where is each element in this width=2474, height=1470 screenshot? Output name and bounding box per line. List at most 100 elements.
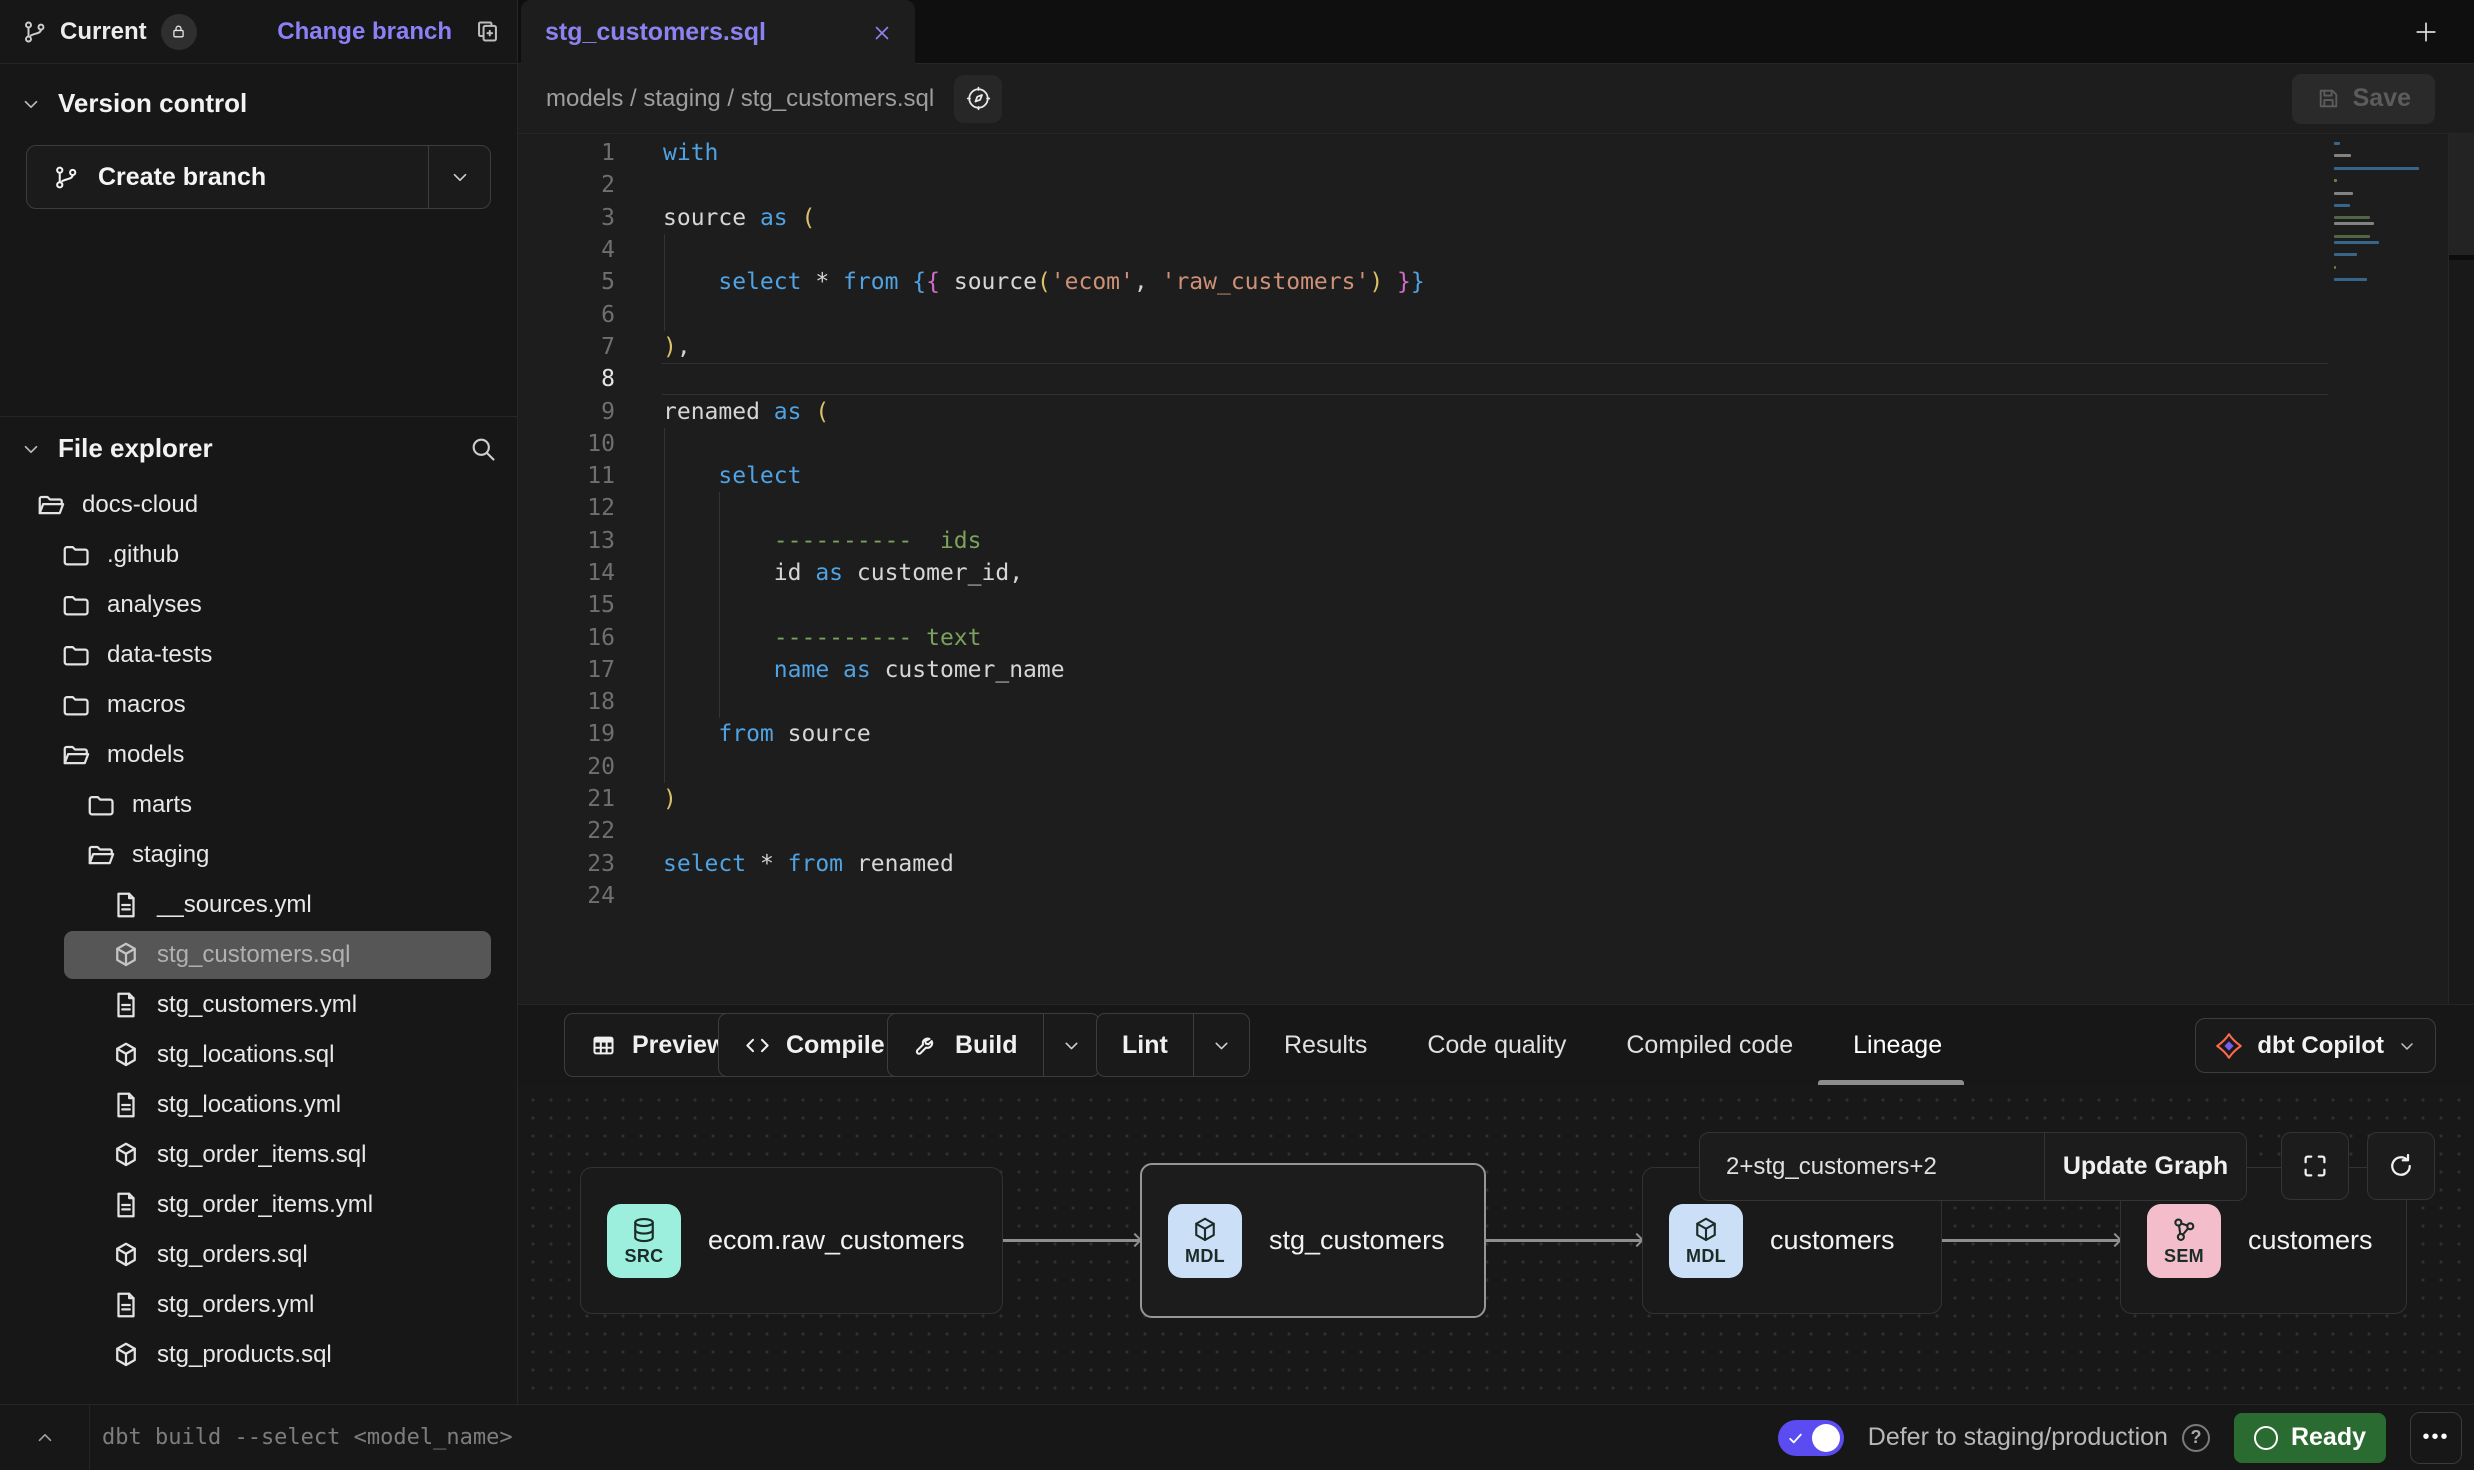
new-tab-button[interactable] xyxy=(2404,10,2448,54)
create-branch-main[interactable]: Create branch xyxy=(27,146,428,208)
copy-icon[interactable] xyxy=(474,18,501,45)
file-item-stg_order_items.yml[interactable]: stg_order_items.yml xyxy=(0,1180,517,1230)
tab-compiled-code[interactable]: Compiled code xyxy=(1620,1031,1799,1060)
code-line-7[interactable]: 7), xyxy=(518,331,2474,363)
database-icon xyxy=(629,1215,659,1245)
file-item-models[interactable]: models xyxy=(0,730,517,780)
folder-open-icon xyxy=(36,490,66,520)
code-line-9[interactable]: 9renamed as ( xyxy=(518,395,2474,427)
code-line-20[interactable]: 20 xyxy=(518,751,2474,783)
code-line-2[interactable]: 2 xyxy=(518,169,2474,201)
lint-button[interactable]: Lint xyxy=(1096,1013,1250,1077)
command-input[interactable]: dbt build --select <model_name> xyxy=(102,1425,513,1450)
file-item-stg_products.sql[interactable]: stg_products.sql xyxy=(0,1330,517,1380)
file-item-stg_orders.yml[interactable]: stg_orders.yml xyxy=(0,1280,517,1330)
file-item-stg_locations.yml[interactable]: stg_locations.yml xyxy=(0,1080,517,1130)
build-dropdown[interactable] xyxy=(1043,1014,1099,1076)
code-line-18[interactable]: 18 xyxy=(518,686,2474,718)
file-item-staging[interactable]: staging xyxy=(0,830,517,880)
code-line-4[interactable]: 4 xyxy=(518,234,2474,266)
code-line-24[interactable]: 24 xyxy=(518,880,2474,912)
compass-button[interactable] xyxy=(954,75,1002,123)
create-branch-dropdown[interactable] xyxy=(428,146,490,208)
update-graph-button[interactable]: Update Graph xyxy=(2044,1133,2246,1200)
code-line-10[interactable]: 10 xyxy=(518,428,2474,460)
editor-scrollbar[interactable] xyxy=(2448,134,2474,1004)
code-line-19[interactable]: 19 from source xyxy=(518,718,2474,750)
save-label: Save xyxy=(2353,84,2411,113)
file-item-label: __sources.yml xyxy=(157,891,312,919)
compile-button[interactable]: Compile xyxy=(718,1013,911,1077)
source-badge: SRC xyxy=(607,1204,681,1278)
file-explorer-header[interactable]: File explorer xyxy=(0,433,517,464)
preview-label: Preview xyxy=(632,1031,727,1060)
code-line-6[interactable]: 6 xyxy=(518,298,2474,330)
save-button[interactable]: Save xyxy=(2292,74,2435,124)
line-number: 16 xyxy=(518,625,615,651)
cube-icon xyxy=(111,1240,141,1270)
code-line-3[interactable]: 3source as ( xyxy=(518,202,2474,234)
file-item-stg_customers.yml[interactable]: stg_customers.yml xyxy=(0,980,517,1030)
code-editor[interactable]: 1with23source as (45 select * from {{ so… xyxy=(518,134,2474,1004)
code-line-22[interactable]: 22 xyxy=(518,815,2474,847)
file-explorer-title: File explorer xyxy=(58,433,213,464)
code-line-12[interactable]: 12 xyxy=(518,492,2474,524)
expand-command-bar-button[interactable] xyxy=(0,1405,90,1470)
file-item-analyses[interactable]: analyses xyxy=(0,580,517,630)
file-item-stg_orders.sql[interactable]: stg_orders.sql xyxy=(0,1230,517,1280)
code-line-1[interactable]: 1with xyxy=(518,137,2474,169)
dbt-logo-icon xyxy=(2214,1031,2244,1061)
more-options-button[interactable]: ••• xyxy=(2410,1412,2462,1464)
code-line-5[interactable]: 5 select * from {{ source('ecom', 'raw_c… xyxy=(518,266,2474,298)
code-line-15[interactable]: 15 xyxy=(518,589,2474,621)
code-line-21[interactable]: 21) xyxy=(518,783,2474,815)
file-item-label: stg_order_items.yml xyxy=(157,1191,373,1219)
lint-dropdown[interactable] xyxy=(1193,1014,1249,1076)
lineage-node-stg-customers[interactable]: MDL stg_customers xyxy=(1140,1163,1486,1318)
fullscreen-button[interactable] xyxy=(2281,1132,2349,1200)
code-line-13[interactable]: 13 ---------- ids xyxy=(518,525,2474,557)
ready-status-button[interactable]: Ready xyxy=(2234,1413,2386,1463)
file-item-docs-cloud[interactable]: docs-cloud xyxy=(0,480,517,530)
code-line-14[interactable]: 14 id as customer_id, xyxy=(518,557,2474,589)
tab-code-quality[interactable]: Code quality xyxy=(1421,1031,1572,1060)
git-branch-icon xyxy=(53,164,80,191)
lineage-canvas[interactable]: SRC ecom.raw_customers MDL stg_customers… xyxy=(518,1085,2474,1404)
code-line-23[interactable]: 23select * from renamed xyxy=(518,848,2474,880)
create-branch-button[interactable]: Create branch xyxy=(26,145,491,209)
lineage-node-source[interactable]: SRC ecom.raw_customers xyxy=(580,1167,1003,1314)
file-item-stg_customers.sql[interactable]: stg_customers.sql xyxy=(0,930,517,980)
file-item-marts[interactable]: marts xyxy=(0,780,517,830)
code-line-17[interactable]: 17 name as customer_name xyxy=(518,654,2474,686)
build-button[interactable]: Build xyxy=(887,1013,1100,1077)
search-icon[interactable] xyxy=(469,435,497,463)
code-line-8[interactable]: 8 xyxy=(518,363,2474,395)
file-item-data-tests[interactable]: data-tests xyxy=(0,630,517,680)
refresh-button[interactable] xyxy=(2367,1132,2435,1200)
lineage-selector-input[interactable]: 2+stg_customers+2 xyxy=(1700,1133,2044,1200)
change-branch-link[interactable]: Change branch xyxy=(277,18,452,46)
version-control-header[interactable]: Version control xyxy=(0,88,517,119)
lineage-edge xyxy=(1942,1239,2120,1242)
file-item-.github[interactable]: .github xyxy=(0,530,517,580)
minimap[interactable] xyxy=(2334,142,2446,291)
git-branch-icon xyxy=(22,19,48,45)
close-icon[interactable] xyxy=(871,22,893,44)
file-item-stg_locations.sql[interactable]: stg_locations.sql xyxy=(0,1030,517,1080)
cube-icon xyxy=(111,1040,141,1070)
tab-stg-customers-sql[interactable]: stg_customers.sql xyxy=(521,0,915,65)
line-number: 23 xyxy=(518,851,615,877)
scrollbar-thumb[interactable] xyxy=(2449,134,2474,260)
code-line-16[interactable]: 16 ---------- text xyxy=(518,621,2474,653)
code-line-11[interactable]: 11 select xyxy=(518,460,2474,492)
tab-results[interactable]: Results xyxy=(1278,1031,1373,1060)
code-text: select * from {{ source('ecom', 'raw_cus… xyxy=(663,269,1425,295)
tab-lineage[interactable]: Lineage xyxy=(1847,1031,1948,1060)
file-item-macros[interactable]: macros xyxy=(0,680,517,730)
code-text: with xyxy=(663,140,718,166)
help-icon[interactable]: ? xyxy=(2182,1424,2210,1452)
file-item-__sources.yml[interactable]: __sources.yml xyxy=(0,880,517,930)
defer-toggle[interactable] xyxy=(1778,1420,1844,1456)
dbt-copilot-button[interactable]: dbt Copilot xyxy=(2195,1018,2436,1073)
file-item-stg_order_items.sql[interactable]: stg_order_items.sql xyxy=(0,1130,517,1180)
